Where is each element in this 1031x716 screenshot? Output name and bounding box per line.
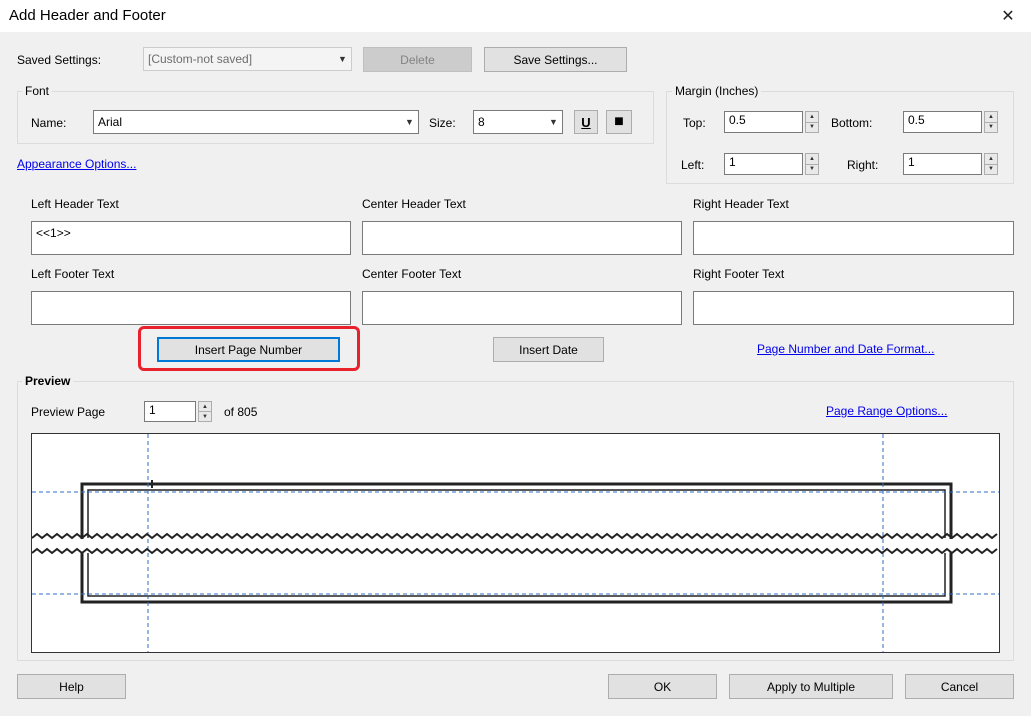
- spin-down-icon[interactable]: ▼: [198, 412, 212, 422]
- right-footer-label: Right Footer Text: [693, 267, 785, 281]
- margin-top-spinner[interactable]: ▲ ▼: [805, 111, 819, 133]
- insert-page-number-button[interactable]: Insert Page Number: [157, 337, 340, 362]
- margin-left-spinner[interactable]: ▲ ▼: [805, 153, 819, 175]
- font-size-label: Size:: [429, 116, 456, 130]
- underline-icon: U: [581, 114, 591, 130]
- saved-settings-value: [Custom-not saved]: [148, 52, 253, 66]
- page-range-options-link[interactable]: Page Range Options...: [826, 404, 947, 418]
- font-size-dropdown[interactable]: 8 ▼: [473, 110, 563, 134]
- margin-right-spinner[interactable]: ▲ ▼: [984, 153, 998, 175]
- margin-left-label: Left:: [681, 158, 705, 172]
- chevron-down-icon: ▼: [549, 117, 558, 127]
- margin-group-label: Margin (Inches): [672, 84, 762, 98]
- spin-up-icon[interactable]: ▲: [198, 401, 212, 412]
- chevron-down-icon: ▼: [405, 117, 414, 127]
- page-number-date-format-link[interactable]: Page Number and Date Format...: [757, 342, 934, 356]
- margin-right-input[interactable]: 1: [903, 153, 982, 175]
- margin-bottom-spinner[interactable]: ▲ ▼: [984, 111, 998, 133]
- apply-to-multiple-button[interactable]: Apply to Multiple: [729, 674, 893, 699]
- spin-up-icon[interactable]: ▲: [805, 153, 819, 165]
- right-footer-input[interactable]: [693, 291, 1014, 325]
- center-header-input[interactable]: [362, 221, 682, 255]
- margin-left-input[interactable]: 1: [724, 153, 803, 175]
- text-color-button[interactable]: ■: [606, 110, 632, 134]
- left-header-label: Left Header Text: [31, 197, 119, 211]
- preview-page-label: Preview Page: [31, 405, 106, 419]
- margin-bottom-input[interactable]: 0.5: [903, 111, 982, 133]
- appearance-options-link[interactable]: Appearance Options...: [17, 157, 136, 171]
- window-title: Add Header and Footer: [9, 7, 166, 24]
- insert-date-button[interactable]: Insert Date: [493, 337, 604, 362]
- spin-up-icon[interactable]: ▲: [984, 111, 998, 123]
- preview-page-input[interactable]: 1: [144, 401, 196, 422]
- color-swatch-icon: ■: [614, 113, 624, 130]
- page-preview-illustration: [32, 434, 999, 652]
- chevron-down-icon: ▼: [338, 54, 347, 64]
- preview-group-label: Preview: [22, 374, 74, 388]
- font-size-value: 8: [478, 115, 485, 129]
- font-name-label: Name:: [31, 116, 67, 130]
- spin-down-icon[interactable]: ▼: [805, 122, 819, 133]
- margin-top-input[interactable]: 0.5: [724, 111, 803, 133]
- font-name-value: Arial: [98, 115, 123, 129]
- close-button[interactable]: ✕: [985, 0, 1031, 32]
- preview-page-total: of 805: [224, 405, 258, 419]
- cancel-button[interactable]: Cancel: [905, 674, 1014, 699]
- help-button[interactable]: Help: [17, 674, 126, 699]
- preview-canvas: [31, 433, 1000, 653]
- spin-up-icon[interactable]: ▲: [984, 153, 998, 165]
- margin-right-label: Right:: [847, 158, 879, 172]
- margin-top-label: Top:: [683, 116, 706, 130]
- spin-down-icon[interactable]: ▼: [805, 164, 819, 175]
- font-group-label: Font: [22, 84, 53, 98]
- delete-button[interactable]: Delete: [363, 47, 472, 72]
- left-footer-input[interactable]: [31, 291, 351, 325]
- ok-button[interactable]: OK: [608, 674, 717, 699]
- title-bar: Add Header and Footer ✕: [0, 0, 1031, 32]
- preview-page-spinner[interactable]: ▲ ▼: [198, 401, 212, 422]
- close-icon: ✕: [1001, 8, 1015, 25]
- underline-button[interactable]: U: [574, 110, 598, 134]
- center-footer-input[interactable]: [362, 291, 682, 325]
- spin-down-icon[interactable]: ▼: [984, 122, 998, 133]
- right-header-input[interactable]: [693, 221, 1014, 255]
- center-header-label: Center Header Text: [362, 197, 466, 211]
- right-header-label: Right Header Text: [693, 197, 789, 211]
- font-name-dropdown[interactable]: Arial ▼: [93, 110, 419, 134]
- saved-settings-dropdown[interactable]: [Custom-not saved] ▼: [143, 47, 352, 71]
- save-settings-button[interactable]: Save Settings...: [484, 47, 627, 72]
- margin-bottom-label: Bottom:: [831, 116, 873, 130]
- left-footer-label: Left Footer Text: [31, 267, 115, 281]
- spin-up-icon[interactable]: ▲: [805, 111, 819, 123]
- center-footer-label: Center Footer Text: [362, 267, 462, 281]
- left-header-input[interactable]: <<1>>: [31, 221, 351, 255]
- spin-down-icon[interactable]: ▼: [984, 164, 998, 175]
- saved-settings-label: Saved Settings:: [17, 53, 102, 67]
